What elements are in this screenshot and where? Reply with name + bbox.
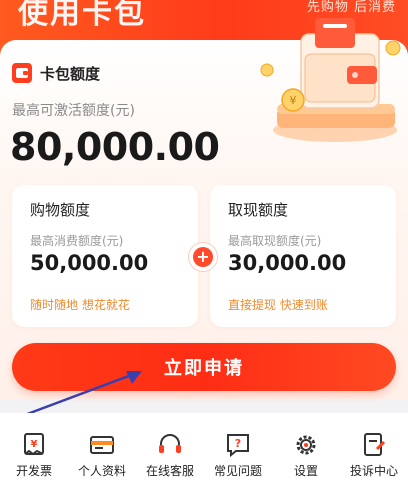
- nav-item-service[interactable]: 在线客服: [136, 413, 204, 480]
- apply-now-button[interactable]: 立即申请: [12, 343, 396, 391]
- plus-symbol: +: [193, 247, 213, 267]
- max-limit-value: 80,000.00: [10, 125, 220, 169]
- cash-limit-value: 30,000.00: [228, 251, 347, 275]
- id-card-icon: [90, 436, 114, 454]
- cash-limit-label: 最高取现额度(元): [228, 234, 322, 248]
- nav-label-settings: 设置: [293, 464, 318, 478]
- svg-text:¥: ¥: [290, 94, 297, 107]
- headset-icon: [159, 434, 181, 453]
- faq-icon: ?: [227, 434, 249, 458]
- max-limit-label: 最高可激活额度(元): [12, 103, 135, 119]
- complaint-icon: [364, 433, 386, 456]
- nav-item-complaint[interactable]: 投诉中心: [340, 413, 408, 480]
- nav-label-faq: 常见问题: [213, 464, 262, 478]
- shopping-limit-card[interactable]: 购物额度 最高消费额度(元) 50,000.00 随时随地 想花就花: [12, 185, 198, 327]
- cash-limit-card[interactable]: 取现额度 最高取现额度(元) 30,000.00 直接提现 快速到账: [210, 185, 396, 327]
- shopping-limit-label: 最高消费额度(元): [30, 234, 124, 248]
- invoice-icon: ¥: [24, 433, 44, 456]
- nav-label-profile: 个人资料: [77, 464, 126, 478]
- nav-item-faq[interactable]: ? 常见问题: [204, 413, 272, 480]
- nav-label-complaint: 投诉中心: [349, 464, 398, 478]
- card-header: 卡包额度: [12, 62, 100, 84]
- shopping-limit-value: 50,000.00: [30, 251, 149, 275]
- svg-text:¥: ¥: [31, 439, 38, 450]
- bottom-nav: ¥ 开发票 个人资料 在线客服 ? 常见问题 设置 投诉中心: [0, 413, 408, 480]
- gear-icon: [296, 435, 316, 455]
- card-title: 卡包额度: [40, 64, 101, 83]
- nav-label-service: 在线客服: [145, 464, 194, 478]
- shopping-limit-tag: 随时随地 想花就花: [30, 298, 130, 312]
- wallet-icon: [12, 63, 32, 83]
- wallet-illustration: ¥: [260, 18, 401, 142]
- banner-title: 使用卡包: [18, 0, 146, 31]
- cash-limit-tag: 直接提现 快速到账: [228, 298, 328, 312]
- nav-item-profile[interactable]: 个人资料: [68, 413, 136, 480]
- nav-item-settings[interactable]: 设置: [272, 413, 340, 480]
- nav-label-invoice: 开发票: [15, 464, 52, 478]
- shopping-limit-title: 购物额度: [30, 201, 91, 219]
- cash-limit-title: 取现额度: [228, 201, 289, 219]
- svg-text:?: ?: [235, 437, 241, 450]
- nav-item-invoice[interactable]: ¥ 开发票: [0, 413, 68, 480]
- plus-icon: +: [188, 242, 218, 272]
